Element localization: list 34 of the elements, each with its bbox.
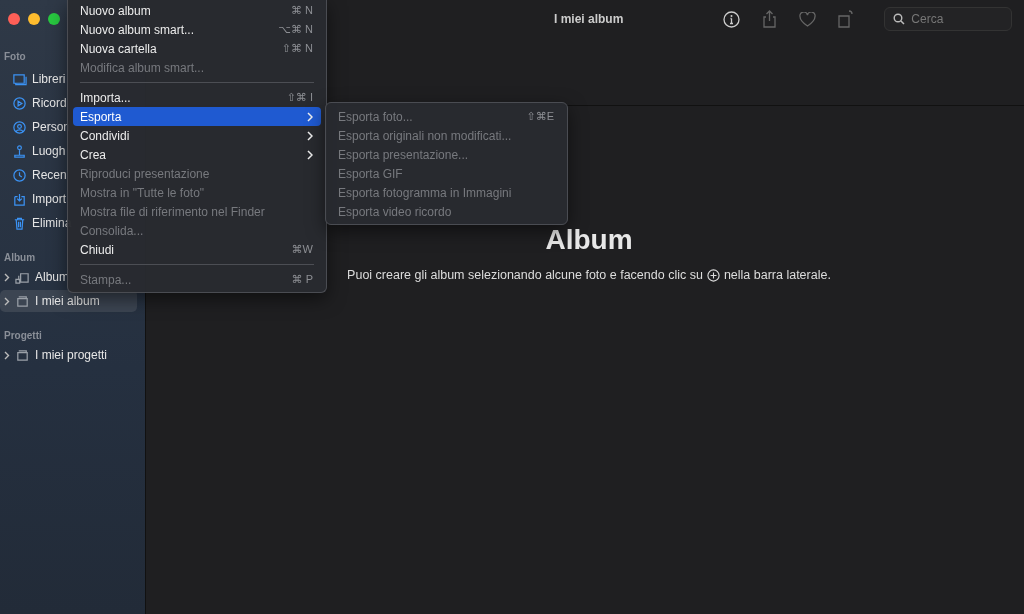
empty-state-heading: Album — [545, 224, 633, 256]
menu-item-label: Condividi — [80, 128, 131, 143]
hint-text: Puoi creare gli album selezionando alcune foto e facendo clic su — [347, 268, 703, 282]
menu-item-label: Riproduci presentazione — [80, 166, 211, 181]
menu-item-label: Esporta presentazione... — [338, 147, 470, 162]
menu-item-label: Mostra in "Tutte le foto" — [80, 185, 206, 200]
menu-item-label: Consolida... — [80, 223, 145, 238]
menu-item-label: Stampa... — [80, 272, 133, 287]
menu-item-label: Chiudi — [80, 242, 116, 257]
menu-item-label: Nuovo album — [80, 3, 152, 18]
menu-item-label: Esporta foto... — [338, 109, 414, 124]
menu-item-label: Mostra file di riferimento nel Finder — [80, 204, 266, 219]
menu-item-label: Modifica album smart... — [80, 60, 206, 75]
menu-item-label: Esporta video ricordo — [338, 204, 453, 219]
sidebar-section-title: Progetti — [4, 330, 42, 342]
window-title: I miei album — [554, 11, 624, 26]
hint-text: nella barra laterale. — [723, 268, 831, 282]
menu-item-label: Nuova cartella — [80, 41, 158, 56]
keyboard-shortcut: ⌥⌘ N — [278, 23, 313, 36]
sidebar-section-title: Album — [4, 252, 36, 264]
menu-item-label: Esporta fotogramma in Immagini — [338, 185, 513, 200]
keyboard-shortcut: ⌘ N — [291, 4, 313, 17]
keyboard-shortcut: ⇧⌘E — [526, 110, 554, 123]
menu-item-label: Crea — [80, 147, 107, 162]
keyboard-shortcut: ⇧⌘ N — [281, 42, 313, 55]
keyboard-shortcut: ⌘W — [291, 243, 313, 256]
menu-item-label: Nuovo album smart... — [80, 22, 196, 37]
menu-item-label: Esporta — [80, 109, 123, 124]
keyboard-shortcut: ⇧⌘ I — [286, 91, 313, 104]
menu-item-label: Importa... — [80, 90, 132, 105]
keyboard-shortcut: ⌘ P — [291, 273, 313, 286]
sidebar-section-title: Foto — [4, 51, 26, 63]
menu-item-label: Esporta GIF — [338, 166, 404, 181]
menu-item-label: Esporta originali non modificati... — [338, 128, 513, 143]
